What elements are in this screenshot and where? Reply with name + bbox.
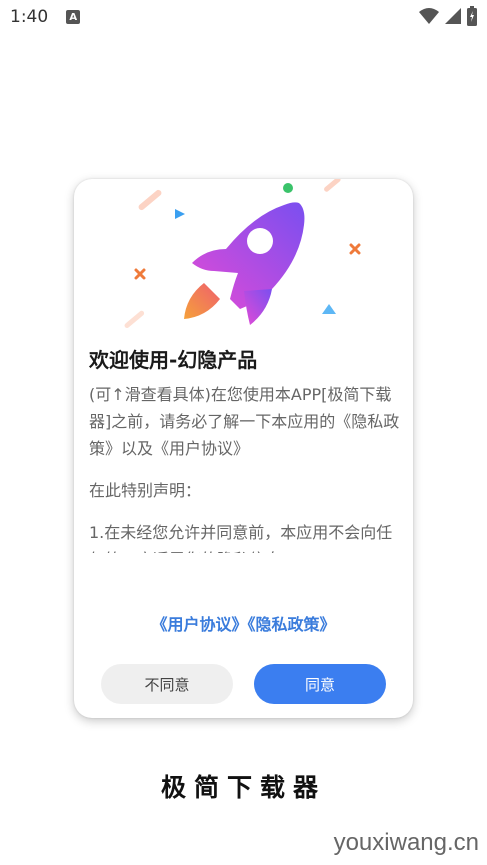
rocket-illustration (124, 179, 361, 328)
battery-icon (467, 6, 477, 26)
signal-icon (445, 8, 461, 24)
wifi-icon (419, 8, 439, 24)
policy-links: 《用户协议》《隐私政策》 (74, 611, 413, 635)
privacy-policy-link[interactable]: 《隐私政策》 (248, 615, 336, 634)
agree-button[interactable]: 同意 (254, 664, 386, 704)
privacy-paragraph: (可↑滑查看具体)在您使用本APP[极简下载器]之前，请务必了解一下本应用的《隐… (89, 385, 400, 458)
status-time: 1:40 (10, 7, 49, 27)
dialog-title: 欢迎使用-幻隐产品 (89, 348, 258, 372)
privacy-dialog: 欢迎使用-幻隐产品 (可↑滑查看具体)在您使用本APP[极简下载器]之前，请务必… (74, 179, 413, 718)
confetti-bar (124, 310, 145, 328)
watermark: youxiwang.cn (333, 829, 479, 856)
confetti-cross (349, 243, 361, 255)
confetti-triangle (322, 304, 336, 314)
confetti-cross (134, 268, 146, 280)
notification-icon: A (66, 10, 81, 24)
privacy-paragraph: 在此特别声明： (89, 481, 202, 500)
privacy-paragraph: 1.在未经您允许并同意前，本应用不会向任何第三方透露您的隐私信息。 (89, 523, 393, 553)
rocket-flame (184, 283, 220, 319)
confetti-dot (283, 183, 293, 193)
app-name: 极简下载器 (160, 773, 326, 802)
disagree-button[interactable]: 不同意 (101, 664, 233, 704)
confetti-triangle (175, 209, 185, 219)
rocket-window (247, 228, 273, 254)
screen: 1:40 A 欢迎使用-幻隐产品 (可↑滑查看具体)在您使用本APP[极简下载器… (0, 0, 487, 865)
user-agreement-link[interactable]: 《用户协议》 (151, 615, 247, 634)
confetti-bar (138, 189, 162, 211)
status-icons (419, 6, 477, 26)
confetti-bar (324, 179, 341, 192)
status-bar: 1:40 A (0, 0, 487, 34)
privacy-text-scroll[interactable]: (可↑滑查看具体)在您使用本APP[极简下载器]之前，请务必了解一下本应用的《隐… (89, 381, 401, 553)
rocket-fin (244, 289, 272, 325)
